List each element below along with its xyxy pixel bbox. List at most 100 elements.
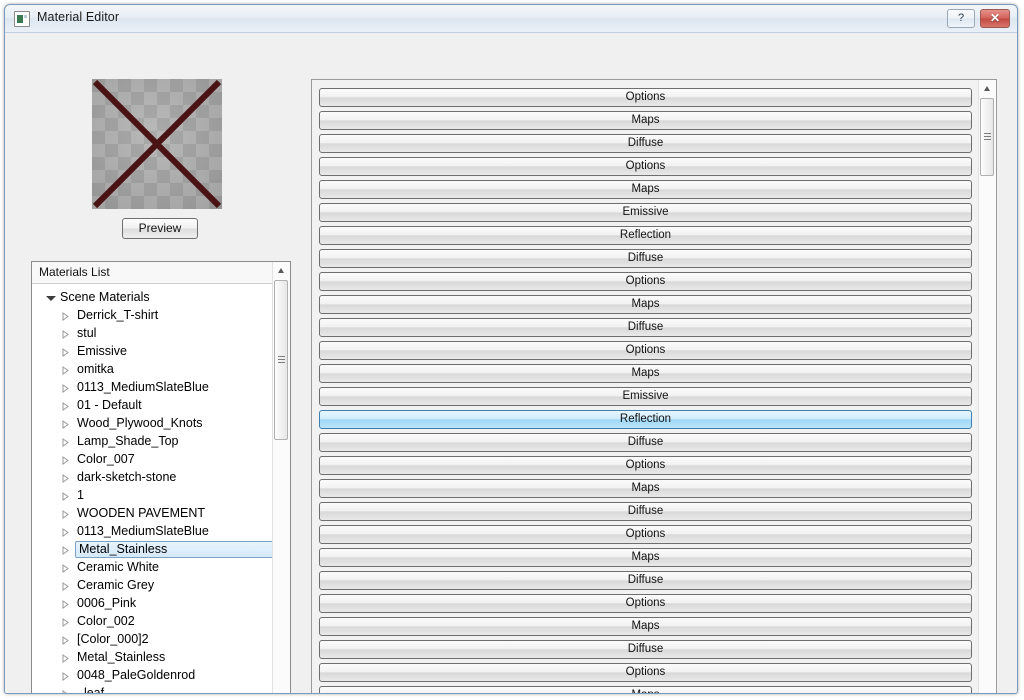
tree-item-label: Wood_Plywood_Knots xyxy=(77,416,203,430)
tree-item[interactable]: [Color_000]2 xyxy=(32,631,274,649)
scrollbar-grip-icon xyxy=(278,356,285,364)
tree-item[interactable]: 0113_MediumSlateBlue xyxy=(32,379,274,397)
property-button[interactable]: Diffuse xyxy=(319,640,972,659)
tree-item-label: Derrick_T-shirt xyxy=(77,308,159,322)
scroll-down-arrow-icon[interactable] xyxy=(979,687,996,693)
collapsed-triangle-icon[interactable] xyxy=(62,348,69,357)
property-button[interactable]: Options xyxy=(319,663,972,682)
collapsed-triangle-icon[interactable] xyxy=(62,438,69,447)
property-button[interactable]: Maps xyxy=(319,111,972,130)
collapsed-triangle-icon[interactable] xyxy=(62,528,69,537)
property-button[interactable]: Diffuse xyxy=(319,249,972,268)
collapsed-triangle-icon[interactable] xyxy=(62,330,69,339)
scroll-down-arrow-icon[interactable] xyxy=(273,687,290,693)
help-icon: ? xyxy=(957,12,965,24)
help-button[interactable]: ? xyxy=(947,9,975,28)
collapsed-triangle-icon[interactable] xyxy=(62,618,69,627)
tree-item[interactable]: Emissive xyxy=(32,343,274,361)
tree-item-label: Scene Materials xyxy=(60,290,150,304)
expanded-triangle-icon[interactable] xyxy=(46,296,56,301)
property-button[interactable]: Reflection xyxy=(319,226,972,245)
tree-item-label: _leaf xyxy=(77,686,105,694)
tree-item[interactable]: Lamp_Shade_Top xyxy=(32,433,274,451)
tree-item[interactable]: Derrick_T-shirt xyxy=(32,307,274,325)
tree-item-label: Metal_Stainless xyxy=(79,542,168,556)
tree-item[interactable]: Metal_Stainless xyxy=(32,649,274,667)
tree-item[interactable]: 0048_PaleGoldenrod xyxy=(32,667,274,685)
property-button[interactable]: Options xyxy=(319,157,972,176)
collapsed-triangle-icon[interactable] xyxy=(62,474,69,483)
material-preview-swatch xyxy=(92,79,222,209)
property-button[interactable]: Options xyxy=(319,341,972,360)
property-button[interactable]: Options xyxy=(319,456,972,475)
tree-item[interactable]: Ceramic Grey xyxy=(32,577,274,595)
property-button[interactable]: Diffuse xyxy=(319,318,972,337)
title-bar[interactable]: Material Editor ? ✕ xyxy=(5,5,1017,33)
tree-item-label: [Color_000]2 xyxy=(77,632,149,646)
scrollbar-thumb[interactable] xyxy=(980,98,994,176)
tree-item[interactable]: Wood_Plywood_Knots xyxy=(32,415,274,433)
property-button[interactable]: Diffuse xyxy=(319,571,972,590)
scrollbar-thumb[interactable] xyxy=(274,280,288,440)
collapsed-triangle-icon[interactable] xyxy=(62,654,69,663)
property-panel-scrollbar[interactable] xyxy=(978,80,996,693)
collapsed-triangle-icon[interactable] xyxy=(62,564,69,573)
tree-item[interactable]: Ceramic White xyxy=(32,559,274,577)
tree-item[interactable]: 0006_Pink xyxy=(32,595,274,613)
collapsed-triangle-icon[interactable] xyxy=(62,456,69,465)
close-button[interactable]: ✕ xyxy=(980,9,1010,28)
tree-item[interactable]: omitka xyxy=(32,361,274,379)
collapsed-triangle-icon[interactable] xyxy=(62,582,69,591)
collapsed-triangle-icon[interactable] xyxy=(62,546,69,555)
collapsed-triangle-icon[interactable] xyxy=(62,510,69,519)
property-button[interactable]: Diffuse xyxy=(319,134,972,153)
tree-item[interactable]: Metal_Stainless xyxy=(32,541,274,559)
tree-item-label: omitka xyxy=(77,362,114,376)
property-button[interactable]: Emissive xyxy=(319,387,972,406)
property-button[interactable]: Diffuse xyxy=(319,502,972,521)
collapsed-triangle-icon[interactable] xyxy=(62,366,69,375)
tree-item[interactable]: 0113_MediumSlateBlue xyxy=(32,523,274,541)
tree-item[interactable]: stul xyxy=(32,325,274,343)
collapsed-triangle-icon[interactable] xyxy=(62,636,69,645)
tree-root-node[interactable]: Scene Materials xyxy=(32,289,274,307)
property-button[interactable]: Maps xyxy=(319,479,972,498)
property-button[interactable]: Reflection xyxy=(319,410,972,429)
tree-item[interactable]: Color_002 xyxy=(32,613,274,631)
property-button[interactable]: Options xyxy=(319,272,972,291)
collapsed-triangle-icon[interactable] xyxy=(62,690,69,694)
tree-item[interactable]: 01 - Default xyxy=(32,397,274,415)
preview-button[interactable]: Preview xyxy=(122,218,198,239)
collapsed-triangle-icon[interactable] xyxy=(62,402,69,411)
tree-item[interactable]: Color_007 xyxy=(32,451,274,469)
property-button[interactable]: Options xyxy=(319,594,972,613)
property-button[interactable]: Maps xyxy=(319,295,972,314)
tree-item[interactable]: WOODEN PAVEMENT xyxy=(32,505,274,523)
materials-list-scrollbar[interactable] xyxy=(272,262,290,693)
tree-item[interactable]: _leaf xyxy=(32,685,274,694)
tree-item-label: Color_002 xyxy=(77,614,135,628)
property-button[interactable]: Maps xyxy=(319,617,972,636)
property-button[interactable]: Options xyxy=(319,525,972,544)
collapsed-triangle-icon[interactable] xyxy=(62,312,69,321)
tree-item-label: 0048_PaleGoldenrod xyxy=(77,668,196,682)
tree-item-label: 01 - Default xyxy=(77,398,142,412)
collapsed-triangle-icon[interactable] xyxy=(62,420,69,429)
tree-item-label: stul xyxy=(77,326,97,340)
property-button[interactable]: Maps xyxy=(319,548,972,567)
collapsed-triangle-icon[interactable] xyxy=(62,384,69,393)
property-button[interactable]: Emissive xyxy=(319,203,972,222)
scroll-up-arrow-icon[interactable] xyxy=(273,262,290,279)
property-button[interactable]: Maps xyxy=(319,686,972,693)
property-button[interactable]: Maps xyxy=(319,180,972,199)
collapsed-triangle-icon[interactable] xyxy=(62,492,69,501)
collapsed-triangle-icon[interactable] xyxy=(62,672,69,681)
property-button[interactable]: Options xyxy=(319,88,972,107)
property-button[interactable]: Maps xyxy=(319,364,972,383)
tree-item[interactable]: dark-sketch-stone xyxy=(32,469,274,487)
scroll-up-arrow-icon[interactable] xyxy=(979,80,996,97)
collapsed-triangle-icon[interactable] xyxy=(62,600,69,609)
property-button[interactable]: Diffuse xyxy=(319,433,972,452)
materials-tree[interactable]: Scene Materials Derrick_T-shirtstul Emissi… xyxy=(32,285,274,694)
tree-item[interactable]: 1 xyxy=(32,487,274,505)
